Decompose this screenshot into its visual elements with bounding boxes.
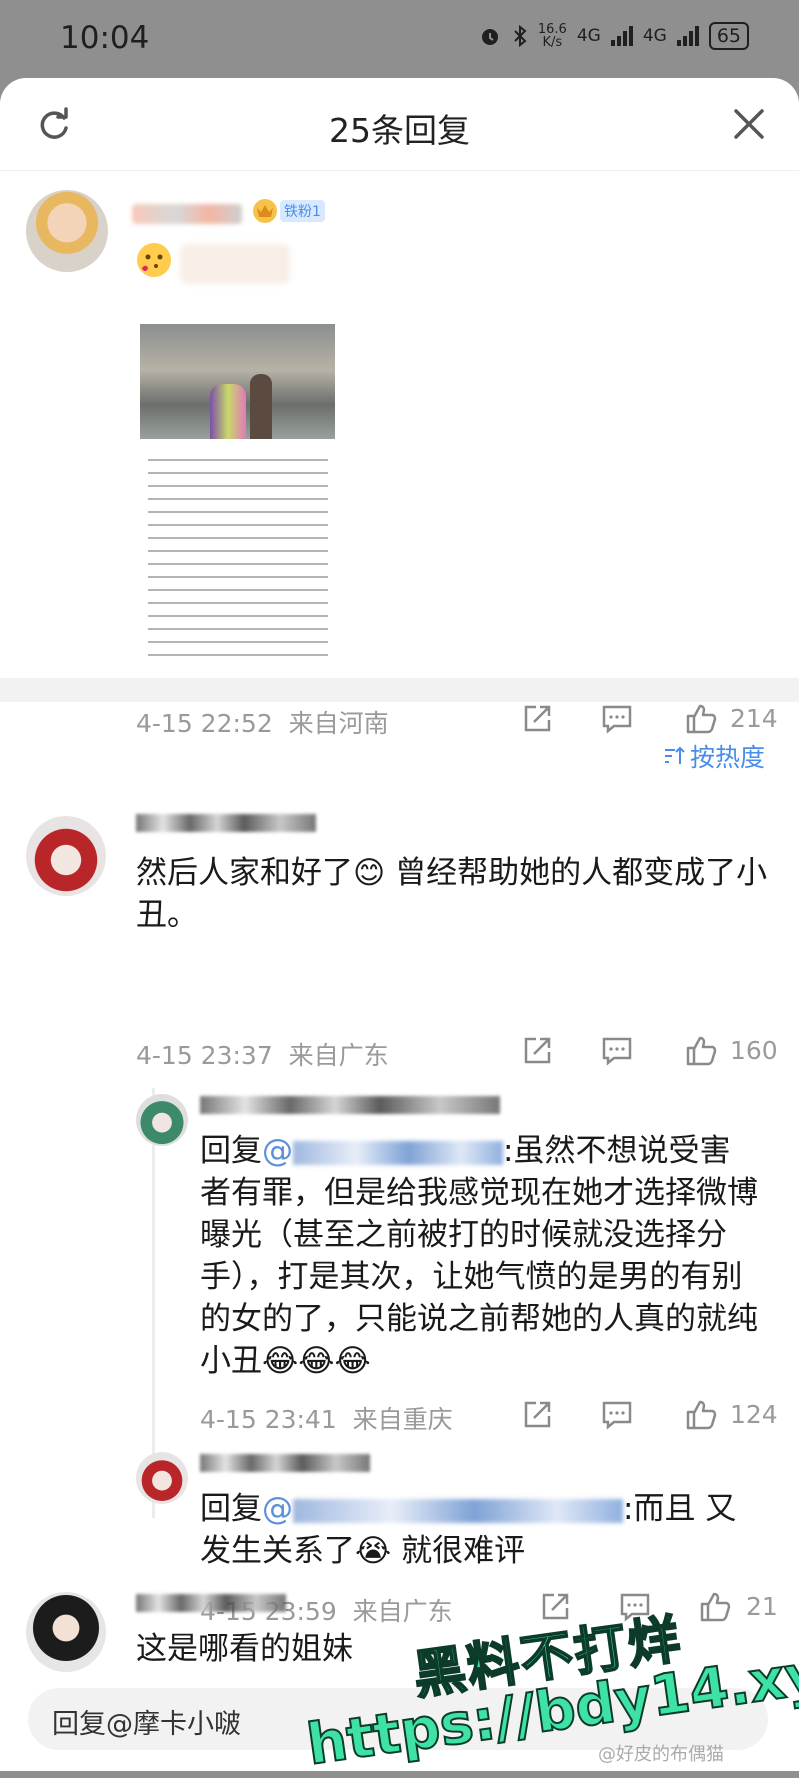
reply-text: 回复@:虽然不想说受害者有罪，但是给我感觉现在她才选择微博曝光（甚至之前被打的时… xyxy=(200,1130,760,1382)
alarm-icon xyxy=(481,29,498,45)
like-count: 160 xyxy=(730,1036,778,1065)
replies-sheet: 25条回复 铁粉1 4-15 22:52 来自河南 214 按热度 然后人家和好… xyxy=(0,78,799,1771)
status-icons: 16.6 K/s 4G 4G 65 xyxy=(478,22,749,50)
username-blurred[interactable] xyxy=(200,1454,370,1472)
comment-text-blurred xyxy=(180,244,290,284)
person-figure xyxy=(210,384,246,439)
like-icon[interactable] xyxy=(684,702,718,736)
like-icon[interactable] xyxy=(698,1590,732,1624)
avatar[interactable] xyxy=(26,816,106,896)
watermark-handle: @好皮的布偶猫 xyxy=(598,1744,724,1765)
page-title: 25条回复 xyxy=(329,111,470,150)
avatar[interactable] xyxy=(26,1592,106,1672)
comment-icon[interactable] xyxy=(600,702,634,736)
mention-link[interactable]: @ xyxy=(262,1491,293,1527)
crown-icon xyxy=(253,199,277,223)
reply-meta: 4-15 23:37 来自广东 xyxy=(136,1041,389,1070)
signal-icon xyxy=(676,26,699,46)
network-speed: 16.6 K/s xyxy=(537,22,567,50)
like-icon[interactable] xyxy=(684,1034,718,1068)
person-figure xyxy=(250,374,272,439)
fan-badge[interactable]: 铁粉1 xyxy=(280,200,325,222)
reply-text: 然后人家和好了😊 曾经帮助她的人都变成了小丑。 xyxy=(136,855,768,933)
sort-icon[interactable] xyxy=(662,744,686,768)
status-time: 10:04 xyxy=(60,20,150,56)
like-count: 21 xyxy=(746,1592,778,1621)
battery-indicator: 65 xyxy=(708,22,749,50)
username-blurred[interactable] xyxy=(136,814,316,832)
username-blurred[interactable] xyxy=(136,1594,286,1612)
network-label-1: 4G xyxy=(576,26,601,46)
like-icon[interactable] xyxy=(684,1398,718,1432)
image-text-lines xyxy=(148,459,328,659)
section-divider xyxy=(0,678,799,702)
attached-image[interactable] xyxy=(140,324,335,669)
image-photo xyxy=(140,324,335,439)
username-blurred[interactable] xyxy=(200,1096,500,1114)
network-label-2: 4G xyxy=(642,26,667,46)
mention-link[interactable]: @ xyxy=(262,1133,293,1169)
status-bar: 10:04 16.6 K/s 4G 4G 65 xyxy=(0,0,799,80)
sheet-header: 25条回复 xyxy=(0,78,799,171)
avatar[interactable] xyxy=(26,190,108,272)
reply-prefix: 回复 xyxy=(200,1491,262,1527)
signal-icon xyxy=(610,26,633,46)
avatar[interactable] xyxy=(136,1452,188,1504)
reply-prefix: 回复 xyxy=(200,1133,262,1169)
comment-icon[interactable] xyxy=(600,1398,634,1432)
mention-blurred xyxy=(293,1498,623,1523)
avatar[interactable] xyxy=(136,1094,188,1146)
comment-meta: 4-15 22:52 来自河南 xyxy=(136,709,389,738)
reply-text: 回复@:而且 又发生关系了😭 就很难评 xyxy=(200,1488,760,1572)
share-icon[interactable] xyxy=(520,1034,554,1068)
reply-input-placeholder: 回复@摩卡小啵 xyxy=(52,1709,241,1740)
share-icon[interactable] xyxy=(520,702,554,736)
comment-icon[interactable] xyxy=(600,1034,634,1068)
reply-body: :虽然不想说受害者有罪，但是给我感觉现在她才选择微博曝光（甚至之前被打的时候就没… xyxy=(200,1133,758,1379)
mention-blurred xyxy=(293,1140,503,1165)
bluetooth-icon xyxy=(514,24,527,48)
close-icon[interactable] xyxy=(731,106,767,142)
like-count: 214 xyxy=(730,704,778,733)
reply-meta: 4-15 23:41 来自重庆 xyxy=(200,1405,453,1434)
username-blurred[interactable] xyxy=(132,204,242,224)
kiss-emoji-icon xyxy=(137,243,171,277)
share-icon[interactable] xyxy=(520,1398,554,1432)
sort-label[interactable]: 按热度 xyxy=(690,738,765,774)
like-count: 124 xyxy=(730,1400,778,1429)
